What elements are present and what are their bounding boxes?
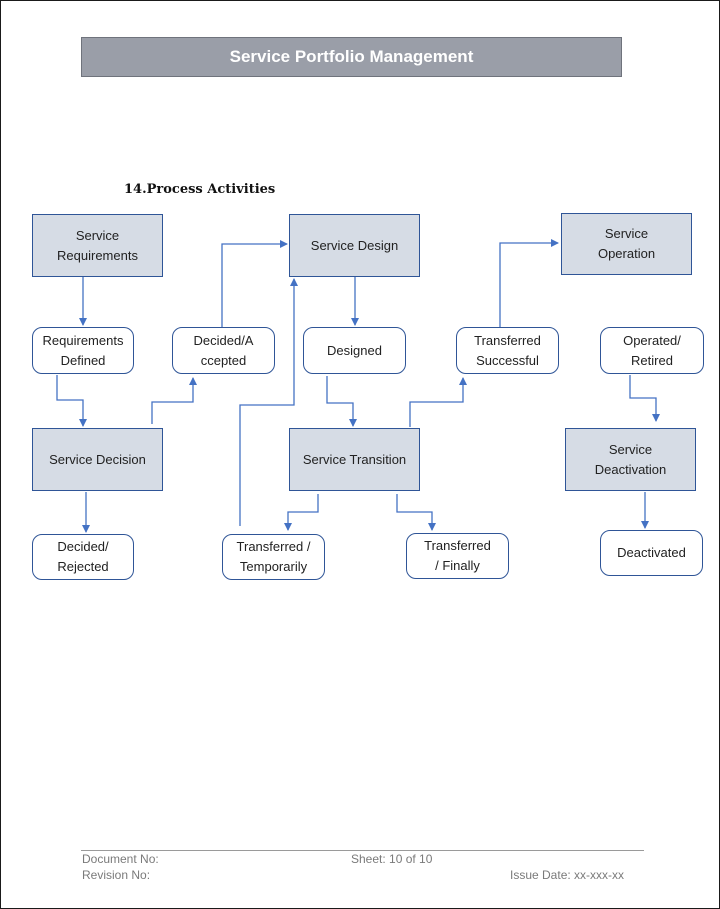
connector-successful-to-operation <box>499 239 559 327</box>
process-service-decision: Service Decision <box>32 428 163 491</box>
process-service-requirements: Service Requirements <box>32 214 163 277</box>
state-requirements-defined: Requirements Defined <box>32 327 134 374</box>
connector-defined-to-decision <box>56 375 87 427</box>
state-transferred-finally: Transferred / Finally <box>406 533 509 579</box>
connector-transition-to-successful <box>409 377 467 427</box>
connector-accepted-to-design <box>221 240 288 327</box>
state-decided-accepted: Decided/A ccepted <box>172 327 275 374</box>
connector-decision-to-accepted <box>151 377 197 424</box>
state-designed: Designed <box>303 327 406 374</box>
process-service-design: Service Design <box>289 214 420 277</box>
footer-issue-date: Issue Date: xx-xxx-xx <box>510 868 625 882</box>
state-deactivated: Deactivated <box>600 530 703 576</box>
footer-revision-no: Revision No: <box>82 868 151 882</box>
process-service-transition: Service Transition <box>289 428 420 491</box>
footer-divider <box>81 850 644 851</box>
connector-temporarily-to-design <box>239 278 298 526</box>
state-decided-rejected: Decided/ Rejected <box>32 534 134 580</box>
connector-designed-to-transition <box>326 376 357 427</box>
footer-document-no: Document No: <box>82 852 159 866</box>
connector-transition-to-finally <box>396 494 436 531</box>
state-transferred-successful: Transferred Successful <box>456 327 559 374</box>
connector-transition-to-temporarily <box>284 494 319 531</box>
process-service-deactivation: Service Deactivation <box>565 428 696 491</box>
state-operated-retired: Operated/ Retired <box>600 327 704 374</box>
state-transferred-temporarily: Transferred / Temporarily <box>222 534 325 580</box>
process-service-operation: Service Operation <box>561 213 692 275</box>
connector-operated-to-deactivation <box>629 375 660 422</box>
footer-sheet: Sheet: 10 of 10 <box>351 852 433 866</box>
